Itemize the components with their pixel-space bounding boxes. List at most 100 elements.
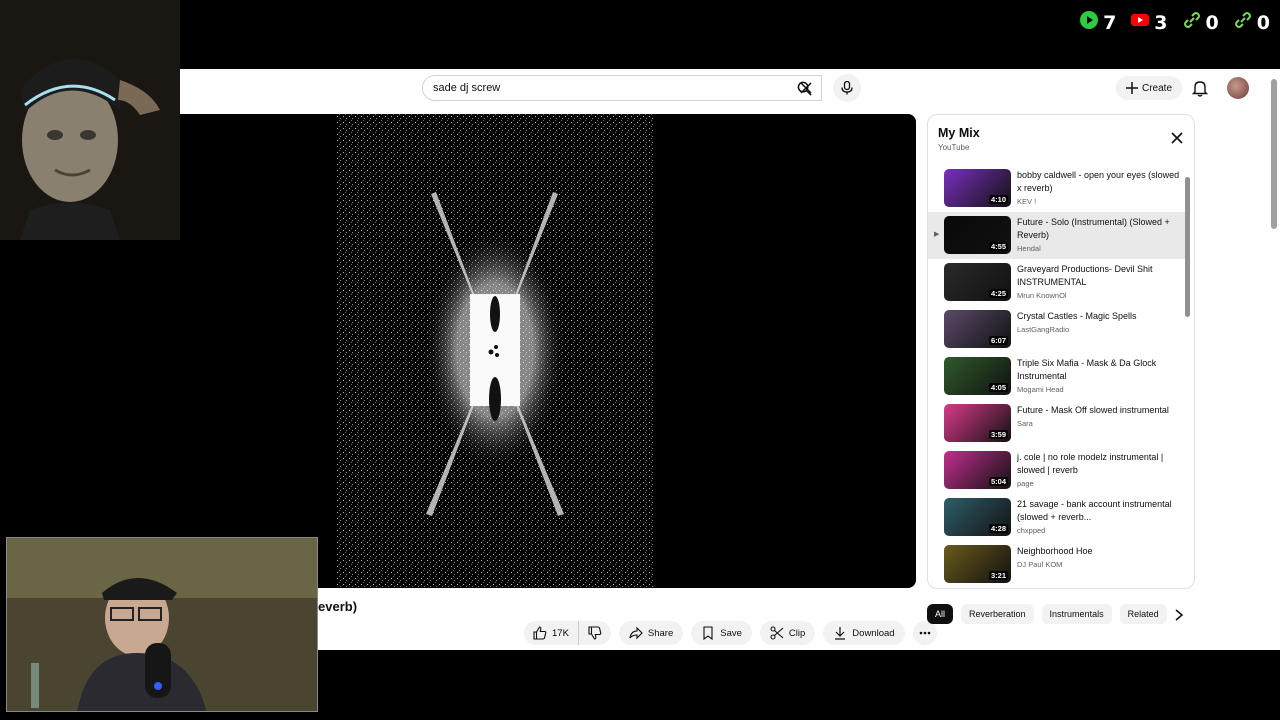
channel-name: LastGangRadio	[1017, 325, 1070, 334]
video-title[interactable]: bobby caldwell - open your eyes (slowed …	[1017, 169, 1181, 195]
close-icon[interactable]	[1170, 131, 1184, 145]
video-thumbnail[interactable]: 4:55	[944, 216, 1011, 254]
video-title[interactable]: Future - Mask Off slowed instrumental	[1017, 404, 1181, 417]
topbar: sade dj screw Create	[74, 69, 1280, 107]
like-button[interactable]: 17K	[524, 621, 579, 645]
mix-item[interactable]: 3:21 Neighborhood Hoe DJ Paul KOM	[928, 541, 1186, 585]
thumbs-down-icon	[588, 626, 602, 640]
video-actions: 17K Share Save Clip Download	[524, 621, 937, 645]
download-icon	[835, 627, 846, 640]
chip-reverberation[interactable]: Reverberation	[961, 604, 1034, 624]
mix-item[interactable]: 4:25 Graveyard Productions- Devil Shit IN…	[928, 259, 1186, 306]
channel-name: Mrun KnownOl	[1017, 291, 1067, 300]
page-scrollbar[interactable]	[1271, 79, 1277, 229]
counter-0: 7	[1079, 10, 1116, 35]
video-title[interactable]: Graveyard Productions- Devil Shit INSTRU…	[1017, 263, 1181, 289]
channel-name: page	[1017, 479, 1034, 488]
play-icon	[1079, 10, 1099, 35]
link-icon	[1182, 10, 1202, 35]
dislike-button[interactable]	[579, 621, 611, 645]
bookmark-icon	[703, 626, 713, 640]
chip-instrumentals[interactable]: Instrumentals	[1041, 604, 1112, 624]
mix-item[interactable]: 4:05 Triple Six Mafia - Mask & Da Glock I…	[928, 353, 1186, 400]
clip-label: Clip	[788, 627, 806, 639]
video-title[interactable]: j. cole | no role modelz instrumental | …	[1017, 451, 1181, 477]
video-title[interactable]: Neighborhood Hoe	[1017, 545, 1181, 558]
account-avatar[interactable]	[1227, 77, 1249, 99]
video-title[interactable]: Future - Solo (Instrumental) (Slowed + R…	[1017, 216, 1181, 242]
video-title[interactable]: Triple Six Mafia - Mask & Da Glock Instr…	[1017, 357, 1181, 383]
video-thumbnail[interactable]: 4:28	[944, 498, 1011, 536]
video-thumbnail[interactable]: 3:59	[944, 404, 1011, 442]
share-label: Share	[647, 627, 674, 639]
video-duration: 4:10	[988, 195, 1008, 204]
video-duration: 6:07	[988, 336, 1008, 345]
video-duration: 3:21	[988, 571, 1008, 580]
more-actions-icon[interactable]	[912, 621, 937, 645]
counter-value: 0	[1256, 11, 1270, 34]
counter-2: 0	[1182, 10, 1219, 35]
chevron-right-icon[interactable]	[1174, 609, 1184, 621]
search-box[interactable]: sade dj screw	[422, 75, 822, 101]
create-label: Create	[1142, 82, 1173, 94]
search-input[interactable]: sade dj screw	[433, 82, 791, 94]
mix-item[interactable]: 6:07 Crystal Castles - Magic Spells LastGa…	[928, 306, 1186, 353]
stream-counters: 7 3 0 0	[1079, 10, 1270, 35]
counter-3: 0	[1233, 10, 1270, 35]
video-player[interactable]	[74, 114, 916, 588]
video-thumbnail[interactable]: 5:04	[944, 451, 1011, 489]
mix-title: My Mix	[938, 126, 980, 140]
filter-chips: All Reverberation Instrumentals Related	[927, 604, 1167, 624]
video-thumbnail[interactable]: 4:05	[944, 357, 1011, 395]
video-duration: 3:59	[988, 430, 1008, 439]
scissors-icon	[770, 626, 784, 640]
plus-icon	[1126, 82, 1138, 94]
search-icon[interactable]	[786, 75, 822, 101]
counter-value: 7	[1103, 11, 1117, 34]
like-dislike-group: 17K	[524, 621, 611, 645]
video-thumbnail[interactable]: 6:07	[944, 310, 1011, 348]
save-label: Save	[720, 627, 742, 639]
now-playing-icon: ▶	[934, 231, 940, 238]
webcam-bottom	[6, 537, 318, 712]
counter-value: 0	[1205, 11, 1219, 34]
video-thumbnail[interactable]: 3:21	[944, 545, 1011, 583]
video-duration: 4:55	[988, 242, 1008, 251]
thumbs-up-icon	[533, 626, 547, 640]
video-thumbnail[interactable]: 4:25	[944, 263, 1011, 301]
channel-name: Mogami Head	[1017, 385, 1064, 394]
channel-name: Sara	[1017, 419, 1033, 428]
link-icon	[1233, 10, 1253, 35]
video-duration: 4:25	[988, 289, 1008, 298]
create-button[interactable]: Create	[1116, 76, 1183, 100]
channel-name: KEV !	[1017, 197, 1037, 206]
counter-value: 3	[1154, 11, 1168, 34]
mix-scrollbar[interactable]	[1185, 177, 1190, 317]
mix-list: 4:10 bobby caldwell - open your eyes (slo…	[928, 165, 1186, 585]
video-title[interactable]: 21 savage - bank account instrumental (s…	[1017, 498, 1181, 524]
video-duration: 4:05	[988, 383, 1008, 392]
notifications-bell-icon[interactable]	[1190, 78, 1210, 98]
channel-name: DJ Paul KOM	[1017, 560, 1063, 569]
microphone-icon[interactable]	[833, 74, 861, 102]
download-button[interactable]: Download	[823, 621, 905, 645]
mix-item[interactable]: 3:59 Future - Mask Off slowed instrumenta…	[928, 400, 1186, 447]
channel-name: Hendal	[1017, 244, 1041, 253]
chip-all[interactable]: All	[927, 604, 954, 624]
mix-playlist-panel: My Mix YouTube 4:10 bobby caldwell - open…	[927, 114, 1195, 589]
mix-item[interactable]: ▶ 4:55 Future - Solo (Instrumental) (Slowe…	[928, 212, 1186, 259]
share-button[interactable]: Share	[618, 621, 684, 645]
video-title[interactable]: Crystal Castles - Magic Spells	[1017, 310, 1181, 323]
download-label: Download	[852, 627, 895, 639]
chip-related[interactable]: Related	[1119, 604, 1167, 624]
video-thumbnail[interactable]: 4:10	[944, 169, 1011, 207]
mix-item[interactable]: 4:28 21 savage - bank account instrumenta…	[928, 494, 1186, 541]
mix-item[interactable]: 5:04 j. cole | no role modelz instrumenta…	[928, 447, 1186, 494]
video-duration: 4:28	[988, 524, 1008, 533]
save-button[interactable]: Save	[691, 621, 752, 645]
clip-button[interactable]: Clip	[759, 621, 816, 645]
mix-header: My Mix YouTube	[928, 115, 1194, 165]
stream-canvas: sade dj screw Create everb) 17K Share Sa…	[0, 0, 1280, 720]
mix-item[interactable]: 4:10 bobby caldwell - open your eyes (slo…	[928, 165, 1186, 212]
youtube-icon	[1130, 10, 1150, 35]
